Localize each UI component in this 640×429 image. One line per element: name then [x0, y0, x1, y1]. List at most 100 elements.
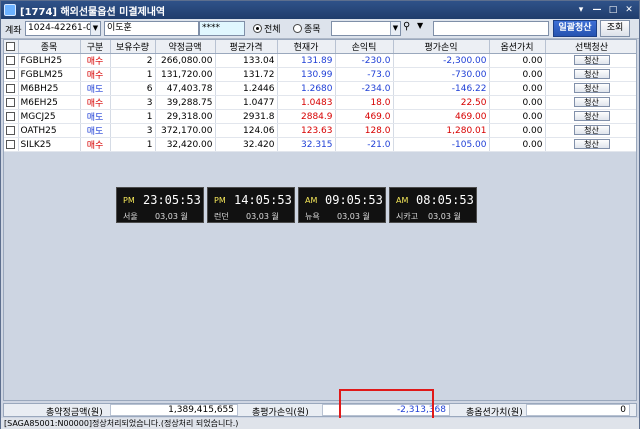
row-checkbox[interactable] [4, 123, 19, 138]
cell-select: 청산 [545, 123, 636, 138]
liquidate-row-button[interactable]: 청산 [573, 111, 610, 121]
cell-price: 32.315 [277, 137, 336, 152]
total-option-label: 총옵션가치(원) [466, 408, 523, 418]
code-input[interactable]: ▼ [331, 21, 401, 36]
password-field[interactable]: **** [199, 21, 245, 36]
liquidate-row-button[interactable]: 청산 [573, 69, 610, 79]
chevron-down-icon[interactable]: ▼ [90, 22, 100, 35]
cell-qty: 3 [110, 95, 156, 110]
table-row[interactable]: MGCJ25 매도 1 29,318.00 2931.8 2884.9 469.0 469.0… [4, 109, 636, 124]
account-select[interactable]: 1024-42261-01 ▼ [25, 21, 101, 36]
cell-pnl: 1,280.01 [393, 123, 490, 138]
total-option-value: 0 [526, 404, 630, 416]
cell-ticks: 18.0 [335, 95, 394, 110]
cell-ticks: 469.0 [335, 109, 394, 124]
cell-price: 1.2680 [277, 81, 336, 96]
title-bar: [1774] 해외선물옵션 미결제내역 ▾ — □ ✕ [1, 1, 639, 19]
cell-option: 0.00 [489, 123, 546, 138]
query-button[interactable]: 조회 [600, 20, 630, 37]
liquidate-all-button[interactable]: 일괄청산 [553, 20, 597, 37]
dropdown-icon[interactable]: ▾ [574, 4, 588, 16]
radio-selected-icon [253, 24, 262, 33]
search-icon[interactable]: ⚲ [403, 21, 415, 36]
cell-avg: 1.2446 [215, 81, 278, 96]
world-clocks: PM 23:05:53 서울 03,03 월 PM 14:05:53 런던 03… [116, 187, 477, 223]
row-checkbox[interactable] [4, 137, 19, 152]
cell-select: 청산 [545, 67, 636, 82]
header-checkbox[interactable] [4, 40, 19, 54]
row-checkbox[interactable] [4, 53, 19, 68]
cell-pnl: 22.50 [393, 95, 490, 110]
cell-option: 0.00 [489, 81, 546, 96]
row-checkbox[interactable] [4, 81, 19, 96]
radio-icon [293, 24, 302, 33]
name-display-field [433, 21, 549, 36]
clock-seoul: PM 23:05:53 서울 03,03 월 [116, 187, 204, 223]
select-arrow-icon[interactable]: ▼ [417, 21, 429, 36]
toolbar: 계좌 1024-42261-01 ▼ 이도훈 **** 전체 종목 ▼ ⚲ ▼ … [1, 19, 639, 39]
table-row[interactable]: FGBLM25 매수 1 131,720.00 131.72 130.99 -73.0 -73… [4, 67, 636, 82]
cell-code: FGBLH25 [18, 53, 81, 68]
cell-select: 청산 [545, 81, 636, 96]
cell-code: MGCJ25 [18, 109, 81, 124]
row-checkbox[interactable] [4, 67, 19, 82]
cell-price: 131.89 [277, 53, 336, 68]
cell-ticks: -230.0 [335, 53, 394, 68]
cell-select: 청산 [545, 53, 636, 68]
cell-code: M6BH25 [18, 81, 81, 96]
cell-price: 1.0483 [277, 95, 336, 110]
liquidate-row-button[interactable]: 청산 [573, 125, 610, 135]
liquidate-row-button[interactable]: 청산 [573, 83, 610, 93]
cell-ticks: 128.0 [335, 123, 394, 138]
cell-side: 매도 [80, 123, 111, 138]
close-icon[interactable]: ✕ [622, 4, 636, 16]
cell-side: 매도 [80, 81, 111, 96]
cell-select: 청산 [545, 137, 636, 152]
cell-amount: 266,080.00 [155, 53, 216, 68]
cell-code: SILK25 [18, 137, 81, 152]
table-row[interactable]: SILK25 매수 1 32,420.00 32.420 32.315 -21.0 -105.… [4, 137, 636, 152]
window-title: [1774] 해외선물옵션 미결제내역 [20, 6, 166, 18]
cell-amount: 372,170.00 [155, 123, 216, 138]
total-contract-value: 1,389,415,655 [110, 404, 238, 416]
cell-avg: 124.06 [215, 123, 278, 138]
radio-all[interactable]: 전체 [253, 22, 281, 35]
cell-side: 매수 [80, 95, 111, 110]
header-qty: 보유수량 [110, 40, 156, 54]
cell-code: OATH25 [18, 123, 81, 138]
cell-amount: 47,403.78 [155, 81, 216, 96]
cell-qty: 1 [110, 137, 156, 152]
minimize-icon[interactable]: — [590, 4, 604, 16]
cell-amount: 39,288.75 [155, 95, 216, 110]
liquidate-row-button[interactable]: 청산 [573, 97, 610, 107]
table-row[interactable]: M6BH25 매도 6 47,403.78 1.2446 1.2680 -234.0 -146… [4, 81, 636, 96]
status-message: [SAGA85001:N00000]정상처리되었습니다.(정상처리 되었습니다.… [4, 419, 239, 428]
cell-side: 매수 [80, 67, 111, 82]
cell-option: 0.00 [489, 137, 546, 152]
cell-amount: 131,720.00 [155, 67, 216, 82]
liquidate-row-button[interactable]: 청산 [573, 55, 610, 65]
maximize-icon[interactable]: □ [606, 4, 620, 16]
cell-side: 매도 [80, 109, 111, 124]
radio-item[interactable]: 종목 [293, 22, 321, 35]
liquidate-row-button[interactable]: 청산 [573, 139, 610, 149]
cell-option: 0.00 [489, 67, 546, 82]
chevron-down-icon[interactable]: ▼ [390, 22, 400, 35]
cell-select: 청산 [545, 109, 636, 124]
row-checkbox[interactable] [4, 109, 19, 124]
table-row[interactable]: FGBLH25 매수 2 266,080.00 133.04 131.89 -230.0 -2… [4, 53, 636, 68]
header-avg: 평균가격 [215, 40, 278, 54]
cell-qty: 2 [110, 53, 156, 68]
status-bar: [SAGA85001:N00000]정상처리되었습니다.(정상처리 되었습니다.… [1, 418, 639, 429]
table-row[interactable]: OATH25 매도 3 372,170.00 124.06 123.63 128.0 1,28… [4, 123, 636, 138]
table-row[interactable]: M6EH25 매수 3 39,288.75 1.0477 1.0483 18.0 22.50 0… [4, 95, 636, 110]
cell-amount: 29,318.00 [155, 109, 216, 124]
cell-price: 130.99 [277, 67, 336, 82]
cell-amount: 32,420.00 [155, 137, 216, 152]
cell-pnl: -146.22 [393, 81, 490, 96]
header-select: 선택청산 [545, 40, 636, 54]
header-ticks: 손익틱 [335, 40, 394, 54]
cell-side: 매수 [80, 53, 111, 68]
cell-ticks: -234.0 [335, 81, 394, 96]
row-checkbox[interactable] [4, 95, 19, 110]
